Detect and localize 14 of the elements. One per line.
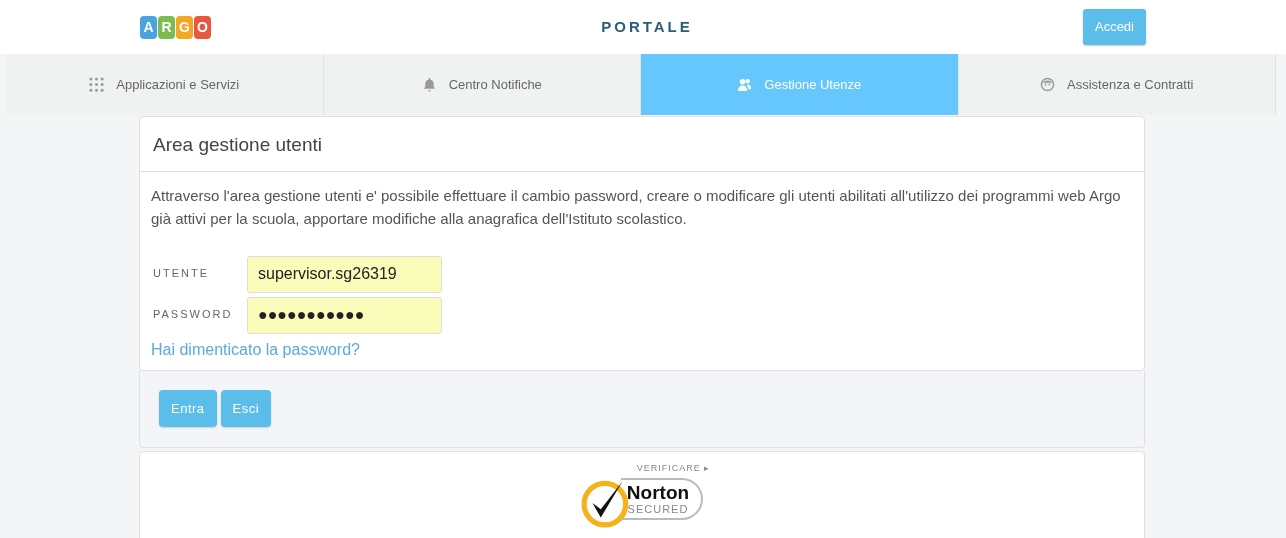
field-label: UTENTE [152,265,210,281]
bell-icon [421,77,437,92]
panel-title: Area gestione utenti [140,117,1144,172]
input-field[interactable]: supervisor.sg26319 [247,255,442,293]
grid-icon [89,77,105,92]
description-text: Attraverso l'area gestione utenti e' possibile effettuare il cambio password, creare o modificare gli utenti abilitati all'utilizzo dei programmi web Argo già attivi per la scuola, apportare modifiche alla anagrafica dell'Istituto scolastico. [150,185,1122,229]
face-icon [1040,77,1055,92]
portal-title: PORTALE [601,16,693,37]
nav-tab[interactable]: Applicazioni e Servizi [6,54,324,115]
users-icon [737,77,753,92]
field-label: PASSWORD [152,306,234,322]
nav-tab[interactable]: Assistenza e Contratti [958,54,1276,115]
argo-logo: A R G O [140,15,211,39]
input-field[interactable]: ●●●●●●●●●●● [247,296,442,334]
